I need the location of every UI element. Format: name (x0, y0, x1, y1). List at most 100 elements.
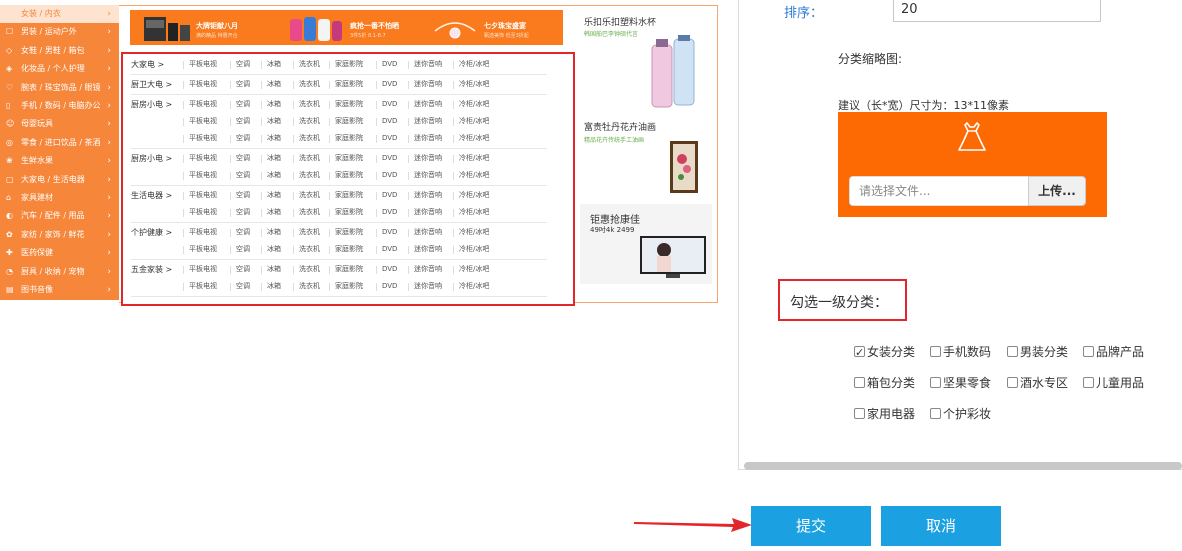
subcategory-link[interactable]: DVD (382, 76, 397, 93)
sidebar-category-item[interactable]: ◎ 零食 / 进口饮品 / 茶酒 › (0, 134, 119, 152)
subcategory-link[interactable]: 平板电视 (189, 113, 217, 130)
sidebar-category-item[interactable]: ☐ 男装 / 运动户外 › (0, 23, 119, 41)
subcategory-link[interactable]: 迷你音响 (414, 150, 442, 167)
subcategory-link[interactable]: 洗衣机 (299, 224, 320, 241)
sidebar-category-item[interactable]: ◈ 化妆品 / 个人护理 › (0, 60, 119, 78)
subcategory-link[interactable]: 冷柜/冰吧 (459, 261, 489, 278)
subcategory-link[interactable]: 迷你音响 (414, 261, 442, 278)
checkbox-icon[interactable] (1007, 377, 1018, 388)
subcategory-link[interactable]: 洗衣机 (299, 261, 320, 278)
subcategory-group-label[interactable]: 大家电 > (131, 56, 164, 73)
subcategory-link[interactable]: DVD (382, 150, 397, 167)
subcategory-link[interactable]: 冷柜/冰吧 (459, 150, 489, 167)
subcategory-link[interactable]: 洗衣机 (299, 56, 320, 73)
subcategory-link[interactable]: DVD (382, 167, 397, 184)
file-input[interactable]: 请选择文件... (849, 176, 1029, 206)
subcategory-link[interactable]: 冰箱 (267, 241, 281, 258)
subcategory-link[interactable]: 家庭影院 (335, 56, 363, 73)
checkbox-icon[interactable] (930, 346, 941, 357)
subcategory-link[interactable]: 空调 (236, 224, 250, 241)
sidebar-category-item[interactable]: ⌂ 家具建材 › (0, 189, 119, 207)
checkbox-icon[interactable] (854, 408, 865, 419)
subcategory-link[interactable]: 冷柜/冰吧 (459, 204, 489, 221)
subcategory-link[interactable]: 冰箱 (267, 204, 281, 221)
subcategory-link[interactable]: 迷你音响 (414, 278, 442, 295)
subcategory-link[interactable]: 迷你音响 (414, 224, 442, 241)
subcategory-link[interactable]: 平板电视 (189, 278, 217, 295)
subcategory-link[interactable]: 冰箱 (267, 278, 281, 295)
subcategory-link[interactable]: 洗衣机 (299, 150, 320, 167)
subcategory-link[interactable]: 家庭影院 (335, 76, 363, 93)
subcategory-link[interactable]: 洗衣机 (299, 113, 320, 130)
subcategory-link[interactable]: 冰箱 (267, 224, 281, 241)
cancel-button[interactable]: 取消 (881, 506, 1001, 546)
checkbox-checked-icon[interactable] (854, 344, 865, 362)
subcategory-link[interactable]: 空调 (236, 150, 250, 167)
subcategory-link[interactable]: 空调 (236, 56, 250, 73)
subcategory-link[interactable]: 空调 (236, 130, 250, 147)
subcategory-link[interactable]: 家庭影院 (335, 278, 363, 295)
subcategory-link[interactable]: 家庭影院 (335, 241, 363, 258)
subcategory-link[interactable]: 冰箱 (267, 76, 281, 93)
sidebar-category-item[interactable]: ❀ 生鲜水果 › (0, 152, 119, 170)
sidebar-category-item[interactable]: 女装 / 内衣 › (0, 5, 119, 23)
subcategory-link[interactable]: 迷你音响 (414, 204, 442, 221)
subcategory-link[interactable]: 平板电视 (189, 130, 217, 147)
subcategory-link[interactable]: 空调 (236, 278, 250, 295)
subcategory-link[interactable]: 洗衣机 (299, 187, 320, 204)
subcategory-link[interactable]: 空调 (236, 167, 250, 184)
subcategory-link[interactable]: 洗衣机 (299, 167, 320, 184)
subcategory-link[interactable]: 冷柜/冰吧 (459, 187, 489, 204)
subcategory-link[interactable]: 冰箱 (267, 113, 281, 130)
sort-input[interactable]: 20 (893, 0, 1101, 22)
subcategory-link[interactable]: 迷你音响 (414, 241, 442, 258)
subcategory-link[interactable]: 迷你音响 (414, 167, 442, 184)
sidebar-category-item[interactable]: ▯ 手机 / 数码 / 电脑办公 › (0, 97, 119, 115)
subcategory-link[interactable]: 冷柜/冰吧 (459, 167, 489, 184)
subcategory-link[interactable]: 平板电视 (189, 96, 217, 113)
subcategory-link[interactable]: 平板电视 (189, 204, 217, 221)
subcategory-link[interactable]: DVD (382, 113, 397, 130)
subcategory-link[interactable]: 洗衣机 (299, 278, 320, 295)
subcategory-link[interactable]: 迷你音响 (414, 130, 442, 147)
subcategory-link[interactable]: DVD (382, 56, 397, 73)
subcategory-link[interactable]: 冷柜/冰吧 (459, 96, 489, 113)
subcategory-link[interactable]: 冷柜/冰吧 (459, 241, 489, 258)
subcategory-link[interactable]: 冷柜/冰吧 (459, 76, 489, 93)
subcategory-link[interactable]: 冰箱 (267, 96, 281, 113)
subcategory-link[interactable]: 冰箱 (267, 56, 281, 73)
subcategory-group-label[interactable]: 生活电器 > (131, 187, 172, 204)
subcategory-link[interactable]: 平板电视 (189, 224, 217, 241)
subcategory-link[interactable]: 平板电视 (189, 187, 217, 204)
subcategory-link[interactable]: 空调 (236, 187, 250, 204)
subcategory-link[interactable]: 冰箱 (267, 130, 281, 147)
subcategory-link[interactable]: DVD (382, 96, 397, 113)
subcategory-link[interactable]: 迷你音响 (414, 187, 442, 204)
subcategory-link[interactable]: DVD (382, 224, 397, 241)
subcategory-link[interactable]: 迷你音响 (414, 76, 442, 93)
subcategory-link[interactable]: 空调 (236, 113, 250, 130)
subcategory-link[interactable]: 家庭影院 (335, 224, 363, 241)
subcategory-group-label[interactable]: 厨房小电 > (131, 150, 172, 167)
subcategory-link[interactable]: 冰箱 (267, 167, 281, 184)
sidebar-category-item[interactable]: ◇ 女鞋 / 男鞋 / 箱包 › (0, 42, 119, 60)
checkbox-icon[interactable] (930, 377, 941, 388)
subcategory-link[interactable]: 冷柜/冰吧 (459, 224, 489, 241)
checkbox-icon[interactable] (1007, 346, 1018, 357)
subcategory-link[interactable]: 家庭影院 (335, 187, 363, 204)
subcategory-link[interactable]: 冰箱 (267, 261, 281, 278)
checkbox-icon[interactable] (1083, 377, 1094, 388)
subcategory-link[interactable]: 平板电视 (189, 241, 217, 258)
subcategory-link[interactable]: DVD (382, 187, 397, 204)
subcategory-link[interactable]: 平板电视 (189, 150, 217, 167)
subcategory-link[interactable]: DVD (382, 204, 397, 221)
subcategory-link[interactable]: 家庭影院 (335, 167, 363, 184)
checkbox-icon[interactable] (1083, 346, 1094, 357)
subcategory-link[interactable]: DVD (382, 241, 397, 258)
subcategory-link[interactable]: DVD (382, 261, 397, 278)
subcategory-group-label[interactable]: 个护健康 > (131, 224, 172, 241)
sidebar-category-item[interactable]: ♡ 腕表 / 珠宝饰品 / 眼镜 › (0, 79, 119, 97)
submit-button[interactable]: 提交 (751, 506, 871, 546)
checkbox-icon[interactable] (930, 408, 941, 419)
subcategory-link[interactable]: DVD (382, 278, 397, 295)
